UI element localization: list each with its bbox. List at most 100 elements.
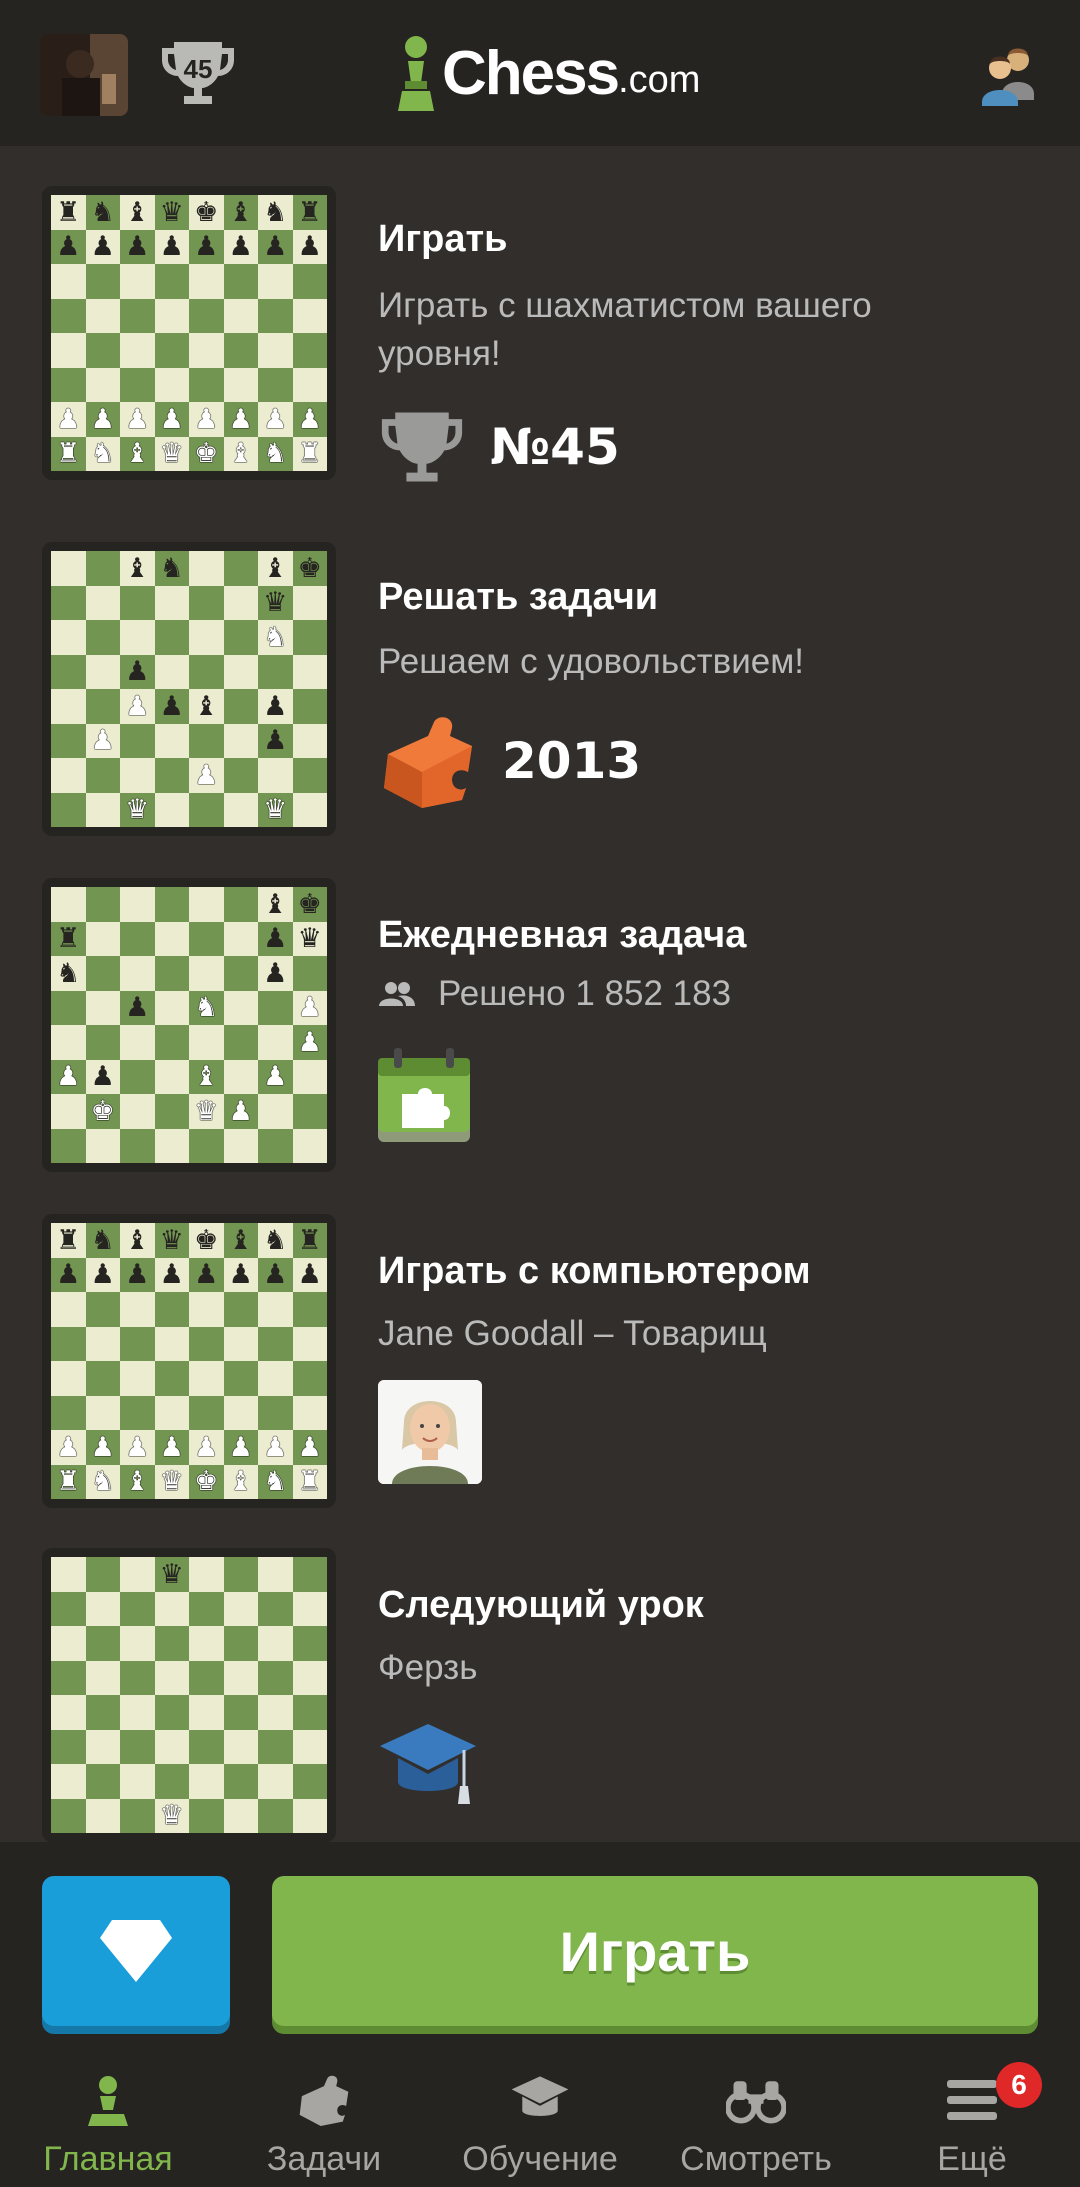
board-square	[292, 620, 327, 655]
white-king-piece: ♚	[194, 1466, 219, 1498]
board-square	[189, 1326, 224, 1361]
board-square	[85, 298, 120, 333]
board-square: ♚	[189, 436, 224, 471]
black-pawn-piece: ♟	[263, 1259, 288, 1291]
board-square	[120, 1326, 155, 1361]
white-pawn-piece: ♟	[228, 1431, 253, 1463]
nav-puzzles[interactable]: Задачи	[216, 2050, 432, 2187]
board-square	[120, 921, 155, 956]
user-avatar[interactable]	[40, 34, 128, 116]
black-queen-piece: ♛	[159, 1558, 184, 1590]
friends-icon[interactable]	[976, 40, 1042, 106]
black-pawn-piece: ♟	[90, 1259, 115, 1291]
board-square	[120, 1094, 155, 1129]
board-square	[51, 1764, 86, 1799]
board-square	[120, 264, 155, 299]
daily-puzzle-board: ♝ ♚ ♜ ♟ ♛ ♞ ♟ ♟ ♞ ♟ ♟ ♟ ♟ ♝ ♟ ♚ ♛ ♟	[42, 878, 336, 1172]
board-square	[292, 689, 327, 724]
board-square	[85, 1764, 120, 1799]
board-square: ♛	[154, 1464, 189, 1499]
black-bishop-piece: ♝	[125, 1224, 150, 1256]
board-square: ♟	[51, 1257, 86, 1292]
black-pawn-piece: ♟	[263, 690, 288, 722]
board-square: ♟	[258, 956, 293, 991]
board-square: ♟	[292, 229, 327, 264]
board-square	[223, 1764, 258, 1799]
white-queen-piece: ♛	[159, 438, 184, 470]
board-square: ♟	[292, 402, 327, 437]
white-queen-piece: ♛	[263, 794, 288, 826]
board-square	[85, 585, 120, 620]
black-pawn-piece: ♟	[56, 231, 81, 263]
board-square: ♟	[120, 229, 155, 264]
board-square	[189, 723, 224, 758]
board-square	[292, 1059, 327, 1094]
white-knight-piece: ♞	[90, 438, 115, 470]
nav-learn[interactable]: Обучение	[432, 2050, 648, 2187]
white-pawn-piece: ♟	[263, 1431, 288, 1463]
board-square	[85, 921, 120, 956]
board-square: ♟	[154, 1430, 189, 1465]
white-rook-piece: ♜	[56, 1466, 81, 1498]
board-square	[154, 333, 189, 368]
board-square: ♞	[85, 195, 120, 230]
board-square: ♛	[154, 436, 189, 471]
board-square	[154, 1660, 189, 1695]
trophy-icon[interactable]: 45	[160, 38, 236, 108]
board-square	[51, 1626, 86, 1661]
board-square: ♟	[292, 990, 327, 1025]
diamond-membership-button[interactable]	[42, 1876, 230, 2026]
board-square	[223, 1591, 258, 1626]
board-square	[189, 367, 224, 402]
nav-home[interactable]: Главная	[0, 2050, 216, 2187]
board-square	[51, 1729, 86, 1764]
board-square	[51, 654, 86, 689]
black-king-piece: ♚	[194, 196, 219, 228]
board-square	[292, 298, 327, 333]
board-square: ♞	[85, 436, 120, 471]
white-rook-piece: ♜	[297, 438, 322, 470]
bottom-nav: Главная Задачи Обучение Смотреть Ещё 6	[0, 2050, 1080, 2187]
nav-learn-label: Обучение	[462, 2140, 618, 2178]
board-square: ♝	[223, 436, 258, 471]
board-square: ♟	[189, 229, 224, 264]
board-square	[85, 551, 120, 586]
board-square: ♟	[51, 402, 86, 437]
board-square	[51, 1292, 86, 1327]
board-square	[120, 367, 155, 402]
board-square	[223, 921, 258, 956]
white-queen-piece: ♛	[159, 1800, 184, 1832]
black-pawn-piece: ♟	[228, 231, 253, 263]
board-square: ♜	[51, 1464, 86, 1499]
white-knight-piece: ♞	[194, 992, 219, 1024]
board-square: ♟	[154, 402, 189, 437]
lesson-card-title: Следующий урок	[378, 1584, 704, 1626]
black-pawn-piece: ♟	[159, 231, 184, 263]
board-square	[292, 758, 327, 793]
top-bar: 45 Chess .com	[0, 0, 1080, 146]
board-square	[154, 1729, 189, 1764]
board-square	[85, 1557, 120, 1592]
board-square: ♜	[292, 1464, 327, 1499]
board-square	[154, 1292, 189, 1327]
board-square	[154, 1395, 189, 1430]
board-square: ♟	[258, 689, 293, 724]
board-square: ♟	[258, 1257, 293, 1292]
black-pawn-piece: ♟	[125, 656, 150, 688]
board-square	[189, 654, 224, 689]
white-pawn-piece: ♟	[228, 1095, 253, 1127]
white-pawn-piece: ♟	[263, 403, 288, 435]
board-square	[51, 333, 86, 368]
puzzles-rating-stat: 2013	[378, 714, 641, 808]
nav-watch[interactable]: Смотреть	[648, 2050, 864, 2187]
diamond-icon	[100, 1920, 172, 1982]
white-bishop-piece: ♝	[194, 1061, 219, 1093]
play-button[interactable]: Играть	[272, 1876, 1038, 2026]
board-square	[189, 585, 224, 620]
black-pawn-piece: ♟	[90, 1061, 115, 1093]
black-rook-piece: ♜	[297, 196, 322, 228]
board-square: ♟	[258, 723, 293, 758]
white-pawn-piece: ♟	[56, 1061, 81, 1093]
nav-more[interactable]: Ещё 6	[864, 2050, 1080, 2187]
board-square: ♟	[51, 1430, 86, 1465]
